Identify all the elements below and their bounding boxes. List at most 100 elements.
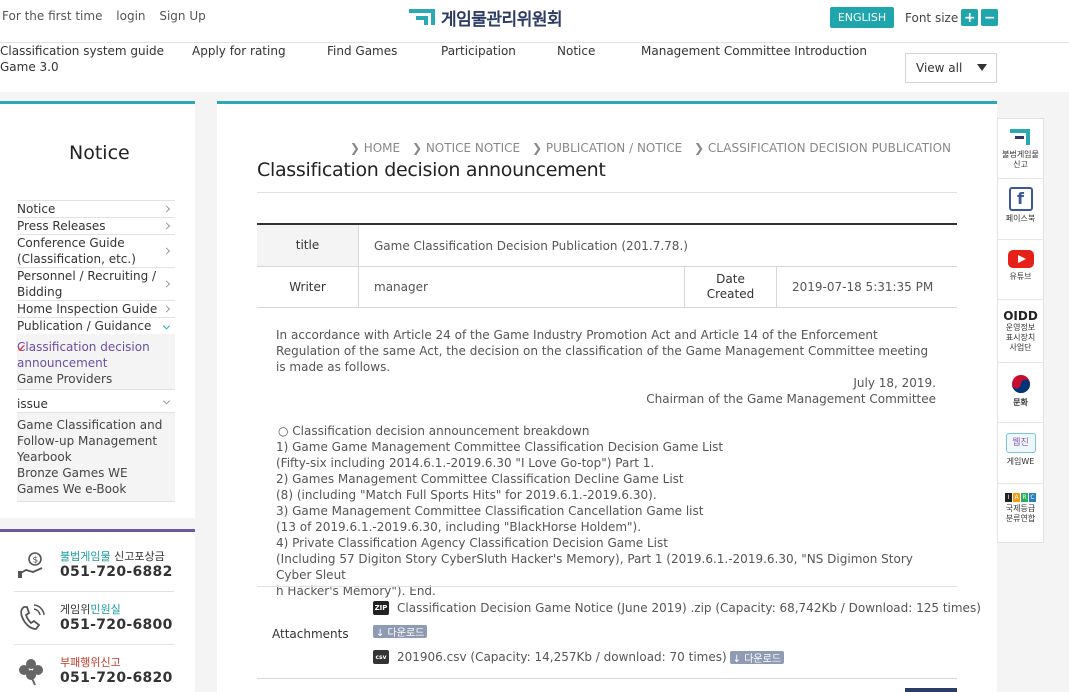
attachment-zip-download: ↓ 다운로드 bbox=[373, 625, 428, 639]
sidebar-item-notice[interactable]: Notice bbox=[17, 200, 175, 218]
sidebar-item-label: Publication / Guidance bbox=[17, 319, 152, 333]
quick-label: 불법게임물 신고 bbox=[1002, 150, 1039, 169]
gnb-classification-line1: Classification system guide bbox=[0, 44, 164, 58]
breadcrumb-label: HOME bbox=[363, 141, 401, 155]
contact-label: 부패행위신고 bbox=[60, 654, 121, 670]
sidebar-item-publication[interactable]: Publication / Guidance bbox=[17, 318, 175, 334]
sidebar-sub-label: Classification decision announcement bbox=[17, 340, 150, 370]
sidebar-sub-yearbook[interactable]: Game Classification and Follow-up Manage… bbox=[17, 417, 175, 465]
contact-label-highlight: 부패행위신고 bbox=[60, 656, 121, 669]
attachments: Attachments ZIP Classification Decision … bbox=[257, 586, 981, 679]
first-time-link[interactable]: For the first time bbox=[2, 9, 102, 23]
quick-oidd[interactable]: OIDD 운영정보 표시장치 사업단 bbox=[998, 309, 1043, 353]
gnb-management[interactable]: Management Committee Introduction bbox=[641, 43, 867, 59]
attachments-label: Attachments bbox=[272, 627, 349, 641]
quick-divider bbox=[998, 239, 1043, 240]
contact-civil: 게임위민원실 051-720-6800 bbox=[14, 591, 182, 643]
check-icon: ✔ bbox=[17, 342, 27, 355]
korea-emblem-icon bbox=[1011, 375, 1030, 393]
post-title-row: title Game Classification Decision Publi… bbox=[257, 225, 957, 267]
sidebar-menu: Notice Press Releases Conference Guide (… bbox=[17, 200, 175, 502]
font-size-control: Font size + − bbox=[905, 9, 999, 26]
contact-number[interactable]: 051-720-6800 bbox=[60, 617, 173, 633]
download-button[interactable]: ↓ 다운로드 bbox=[373, 625, 428, 639]
list-button[interactable] bbox=[905, 688, 957, 692]
quick-youtube[interactable]: 유튜브 bbox=[998, 249, 1043, 282]
body-line: (Including 57 Digiton Story CyberSluth H… bbox=[276, 552, 913, 582]
chevron-right-icon bbox=[162, 247, 171, 255]
gnb-classification[interactable]: Classification system guide Game 3.0 bbox=[0, 43, 164, 75]
sidebar-item-issue[interactable]: issue bbox=[17, 390, 175, 413]
breadcrumb-home[interactable]: ❯ HOME bbox=[350, 141, 400, 155]
sidebar-sub-game-providers[interactable]: Game Providers bbox=[17, 371, 175, 387]
attachment-zip-name: Classification Decision Game Notice (Jun… bbox=[397, 601, 981, 615]
quick-divider bbox=[998, 178, 1043, 179]
quick-label: 국제등급 분류연합 bbox=[1005, 504, 1036, 523]
quick-divider bbox=[998, 299, 1043, 300]
contact-number[interactable]: 051-720-6882 bbox=[60, 564, 173, 580]
title-divider bbox=[257, 192, 957, 193]
caret-down-icon bbox=[977, 64, 987, 71]
post-meta-row: Writer manager Date Created 2019-07-18 5… bbox=[257, 267, 957, 308]
breadcrumb-current: ❯ CLASSIFICATION DECISION PUBLICATION bbox=[694, 141, 951, 155]
quick-divider bbox=[998, 362, 1043, 363]
view-all-label: View all bbox=[916, 61, 963, 75]
gnb-apply[interactable]: Apply for rating bbox=[192, 43, 286, 59]
gnb-participation[interactable]: Participation bbox=[441, 43, 516, 59]
body-line: 2) Games Management Committee Classifica… bbox=[276, 472, 684, 486]
quick-ministry[interactable]: 문화 bbox=[998, 373, 1043, 408]
chevron-right-icon bbox=[162, 222, 171, 230]
ministry-logo-text: 문화 bbox=[1013, 398, 1028, 407]
sidebar-sub-ebook[interactable]: Games We e-Book bbox=[17, 481, 175, 497]
gnb-notice[interactable]: Notice bbox=[557, 43, 595, 59]
font-decrease-button[interactable]: − bbox=[981, 9, 999, 26]
body-paragraph: In accordance with Article 24 of the Gam… bbox=[276, 328, 929, 374]
sidebar-item-inspection[interactable]: Home Inspection Guide bbox=[17, 301, 175, 318]
font-size-label: Font size bbox=[905, 10, 959, 25]
attachment-zip[interactable]: ZIP Classification Decision Game Notice … bbox=[373, 601, 981, 615]
sidebar-sub-bronze-games[interactable]: Bronze Games WE bbox=[17, 465, 175, 481]
sidebar-item-label: Press Releases bbox=[17, 219, 106, 233]
body-line: 1) Game Game Management Committee Classi… bbox=[276, 440, 724, 454]
signup-link[interactable]: Sign Up bbox=[159, 9, 205, 23]
sidebar-item-press[interactable]: Press Releases bbox=[17, 218, 175, 235]
quick-iarc[interactable]: I A R C 국제등급 분류연합 bbox=[998, 493, 1043, 524]
quick-report[interactable]: 불법게임물 신고 bbox=[998, 127, 1043, 170]
sidebar-sub-classification-decision[interactable]: ✔ Classification decision announcement bbox=[17, 339, 175, 371]
contact-label-highlight: 불법게임물 bbox=[60, 550, 111, 563]
quick-facebook[interactable]: f 페이스북 bbox=[998, 187, 1043, 224]
sidebar-item-label: Personnel / Recruiting / Bidding bbox=[17, 269, 157, 299]
download-button[interactable]: ↓ 다운로드 bbox=[729, 650, 785, 665]
login-link[interactable]: login bbox=[116, 9, 145, 23]
english-button[interactable]: ENGLISH bbox=[830, 7, 894, 28]
gnb-find-games[interactable]: Find Games bbox=[327, 43, 397, 59]
font-increase-button[interactable]: + bbox=[961, 9, 979, 26]
writer-label: Writer bbox=[257, 267, 359, 307]
breadcrumb-publication[interactable]: ❯ PUBLICATION / NOTICE bbox=[532, 141, 682, 155]
sidebar-issue-submenu: Game Classification and Follow-up Manage… bbox=[17, 413, 175, 502]
site-logo[interactable]: 게임물관리위원회 bbox=[409, 5, 563, 30]
quick-label: 게임WE bbox=[1006, 457, 1035, 466]
contact-label-rest: 게임위 bbox=[60, 603, 91, 616]
sidebar-item-personnel[interactable]: Personnel / Recruiting / Bidding bbox=[17, 268, 175, 301]
breadcrumb-notice[interactable]: ❯ NOTICE NOTICE bbox=[412, 141, 520, 155]
logo-mark-icon bbox=[409, 8, 437, 26]
view-all-button[interactable]: View all bbox=[905, 53, 997, 83]
chevron-right-icon bbox=[162, 305, 171, 313]
chevron-down-icon bbox=[162, 397, 171, 405]
attachment-csv[interactable]: csv 201906.csv (Capacity: 14,257Kb / dow… bbox=[373, 650, 785, 665]
body-line: (8) (including "Match Full Sports Hits" … bbox=[276, 488, 657, 502]
money-icon: $ bbox=[18, 552, 43, 578]
contact-number[interactable]: 051-720-6820 bbox=[60, 670, 173, 686]
phone-icon bbox=[20, 604, 45, 630]
chevron-right-icon bbox=[162, 280, 171, 288]
contact-box: $ 불법게임물 신고포상금 051-720-6882 게임위민원실 051-72… bbox=[0, 529, 195, 692]
sidebar-item-label: Conference Guide (Classification, etc.) bbox=[17, 236, 136, 266]
quick-gamewe[interactable]: 웹진 게임WE bbox=[998, 433, 1043, 467]
oidd-icon: OIDD bbox=[1003, 309, 1038, 323]
sidebar-item-label: Notice bbox=[17, 202, 56, 216]
writer-value: manager bbox=[359, 267, 685, 307]
sidebar-item-label: Home Inspection Guide bbox=[17, 302, 158, 316]
date-created-value: 2019-07-18 5:31:35 PM bbox=[792, 280, 934, 294]
sidebar-item-conference[interactable]: Conference Guide (Classification, etc.) bbox=[17, 235, 175, 268]
